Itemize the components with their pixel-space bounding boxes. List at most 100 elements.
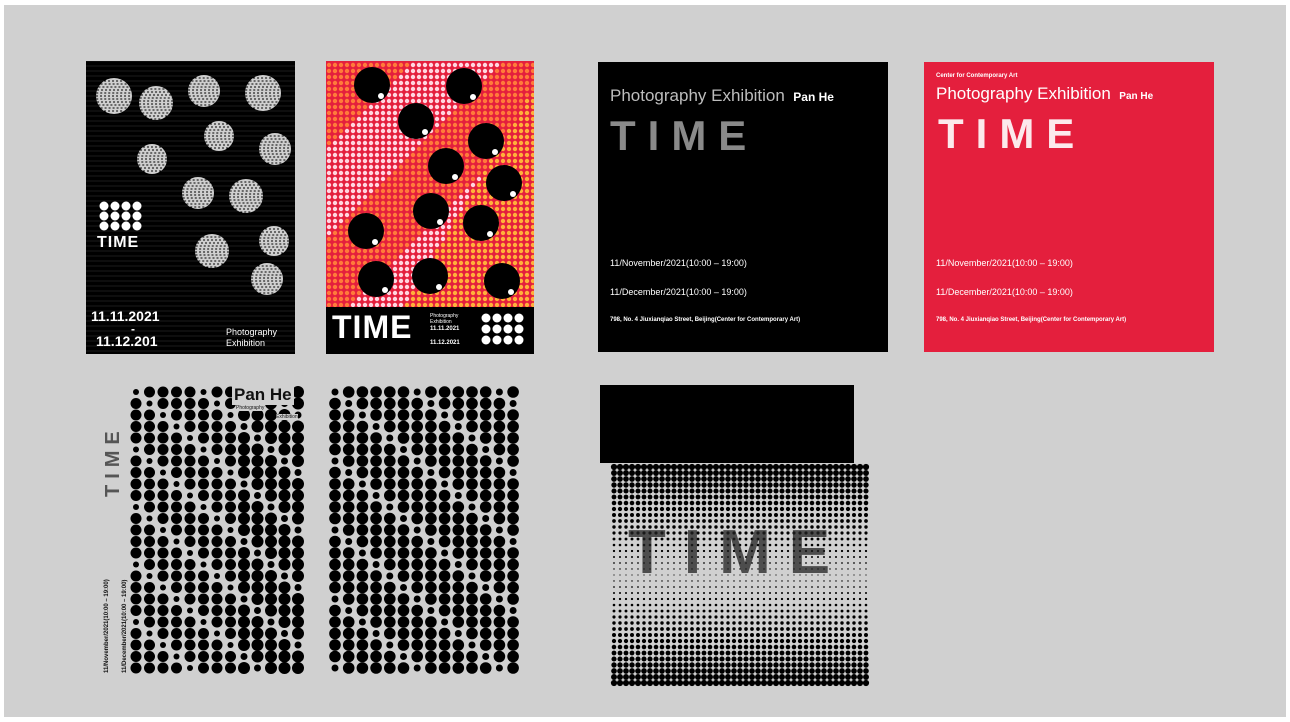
halftone-dot xyxy=(857,662,863,668)
poster-halftone-gradient[interactable]: TIME xyxy=(600,385,874,689)
poster-dot-grid-vertical[interactable]: TIME Pan He Photography Exhibition 11/No… xyxy=(96,385,306,675)
halftone-dot xyxy=(724,463,732,471)
halftone-dot xyxy=(774,609,778,613)
halftone-dot xyxy=(839,500,845,506)
halftone-dot xyxy=(683,674,689,680)
halftone-dot xyxy=(410,146,416,152)
grid-dot xyxy=(144,651,155,662)
halftone-dot xyxy=(350,158,356,164)
halftone-dot xyxy=(785,494,791,500)
halftone-dot xyxy=(659,476,665,482)
grid-dot xyxy=(238,466,250,479)
grid-dot xyxy=(267,503,275,511)
poster-black-landscape[interactable]: Photography Exhibition Pan He TIME 11/No… xyxy=(598,62,888,352)
halftone-dot xyxy=(684,621,688,625)
halftone-dot xyxy=(720,615,724,619)
halftone-dot xyxy=(344,302,350,308)
halftone-dot xyxy=(786,591,790,595)
halftone-dot xyxy=(701,662,707,668)
grid-dot xyxy=(411,409,423,421)
halftone-dot xyxy=(422,80,428,86)
grid-dot xyxy=(411,535,423,548)
halftone-dot xyxy=(821,656,827,662)
poster-red-halftone-date-end: 11.12.2021 xyxy=(430,340,460,346)
halftone-dot xyxy=(864,513,868,517)
halftone-dot xyxy=(617,662,623,668)
halftone-dot xyxy=(416,86,422,92)
halftone-dot xyxy=(820,463,828,471)
halftone-dot xyxy=(726,633,730,637)
grid-dot xyxy=(146,573,153,579)
halftone-dot xyxy=(700,679,708,687)
halftone-dot xyxy=(839,488,845,494)
grid-dot xyxy=(238,489,250,502)
halftone-dot xyxy=(500,206,506,212)
poster-red-landscape[interactable]: Center for Contemporary Art Photography … xyxy=(924,62,1214,352)
grid-dot xyxy=(225,628,236,639)
halftone-dot xyxy=(816,597,820,601)
halftone-dot xyxy=(767,662,773,668)
halftone-dot xyxy=(398,284,404,290)
halftone-dot xyxy=(344,260,350,266)
halftone-dot xyxy=(422,98,428,104)
halftone-dot xyxy=(791,644,797,650)
poster-dot-grid[interactable] xyxy=(326,385,526,675)
grid-dot xyxy=(466,455,478,467)
poster-black-circles[interactable]: TIME 11.11.2021 - 11.12.201 Photography … xyxy=(86,61,295,354)
halftone-dot xyxy=(392,62,398,68)
halftone-dot xyxy=(713,644,719,650)
halftone-dot xyxy=(362,62,368,68)
grid-dot xyxy=(331,457,339,465)
grid-dot xyxy=(370,397,382,410)
halftone-dot xyxy=(518,200,524,206)
halftone-dot xyxy=(458,116,464,122)
halftone-dot xyxy=(797,470,803,476)
halftone-dot xyxy=(618,543,622,547)
halftone-dot xyxy=(404,254,410,260)
halftone-dot xyxy=(804,591,808,595)
halftone-dot xyxy=(707,488,713,494)
grid-dot xyxy=(214,458,220,464)
halftone-dot xyxy=(362,188,368,194)
halftone-dot xyxy=(756,603,760,607)
halftone-dot xyxy=(344,170,350,176)
grid-dot xyxy=(452,570,465,582)
halftone-dot xyxy=(482,194,488,200)
halftone-dot xyxy=(428,230,434,236)
halftone-dot xyxy=(392,164,398,170)
halftone-dot xyxy=(786,627,790,631)
halftone-dot xyxy=(464,194,470,200)
halftone-dot xyxy=(736,679,744,687)
halftone-dot xyxy=(530,194,534,200)
grid-dot xyxy=(358,411,366,419)
grid-dot xyxy=(329,616,341,628)
halftone-dot xyxy=(338,134,344,140)
halftone-dot xyxy=(440,116,446,122)
grid-dot xyxy=(356,593,369,605)
grid-dot xyxy=(358,618,366,626)
halftone-dot xyxy=(791,674,797,680)
halftone-dot xyxy=(344,116,350,122)
poster-red-halftone[interactable]: TIME Photography Exhibition 11.11.2021 1… xyxy=(326,61,534,354)
grid-dot xyxy=(384,443,396,456)
grid-dot xyxy=(198,432,209,444)
halftone-dot xyxy=(368,134,374,140)
halftone-dot xyxy=(646,463,654,471)
halftone-dot xyxy=(840,627,844,631)
halftone-dot xyxy=(846,609,850,613)
halftone-dot xyxy=(791,500,797,506)
halftone-dot xyxy=(612,537,616,541)
halftone-dot xyxy=(506,62,512,68)
grid-dot xyxy=(482,653,490,660)
grid-dot xyxy=(438,639,451,651)
halftone-dot xyxy=(524,302,530,308)
halftone-dot xyxy=(386,236,392,242)
halftone-dot xyxy=(338,194,344,200)
halftone-dot xyxy=(404,164,410,170)
halftone-dot xyxy=(654,591,658,595)
halftone-dot xyxy=(858,525,862,529)
halftone-dot xyxy=(398,278,404,284)
halftone-dot xyxy=(404,194,410,200)
halftone-dot xyxy=(774,627,778,631)
poster-red-halftone-date-start: 11.11.2021 xyxy=(430,326,460,332)
